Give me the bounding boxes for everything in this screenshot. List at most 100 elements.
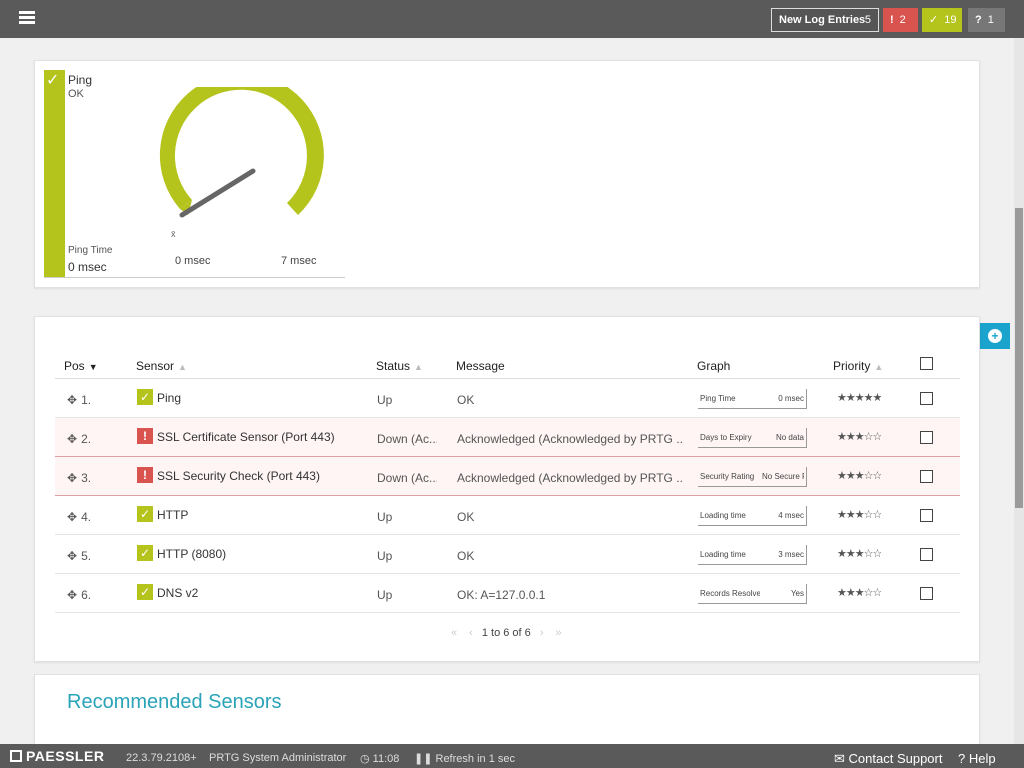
table-row[interactable]: ✥ 6. ✓ DNS v2 Up OK: A=127.0.0.1 Records Resol… bbox=[55, 574, 960, 613]
col-header-label: Pos bbox=[64, 359, 85, 373]
mini-graph[interactable]: Ping Time 0 msec bbox=[698, 389, 807, 409]
move-icon[interactable]: ✥ bbox=[67, 510, 77, 524]
select-all-checkbox[interactable] bbox=[920, 357, 933, 370]
check-icon: ✓ bbox=[137, 389, 153, 405]
row-position[interactable]: ✥ 4. bbox=[67, 510, 91, 524]
error-count: 2 bbox=[899, 14, 906, 26]
graph-label: Records Resolved bbox=[700, 589, 760, 598]
footer-bar: PAESSLER 22.3.79.2108+ PRTG System Admin… bbox=[0, 744, 1024, 768]
graph-value: 0 msec bbox=[778, 394, 804, 403]
sensor-name-link[interactable]: HTTP (8080) bbox=[157, 547, 377, 561]
brand-name: PAESSLER bbox=[26, 748, 105, 764]
prev-page-icon[interactable]: ‹ bbox=[469, 627, 473, 639]
plus-icon: + bbox=[988, 329, 1002, 343]
gauge-channel-value: 0 msec bbox=[68, 260, 107, 274]
sort-down-icon: ▼ bbox=[88, 362, 98, 372]
gauge-arc bbox=[159, 87, 324, 215]
status-bar: ✓ bbox=[44, 70, 65, 278]
col-header-label: Sensor bbox=[136, 359, 175, 373]
table-row[interactable]: ✥ 5. ✓ HTTP (8080) Up OK Loading time 3 msec ★★★… bbox=[55, 535, 960, 574]
mini-graph[interactable]: Loading time 3 msec bbox=[698, 545, 807, 565]
graph-label: Ping Time bbox=[700, 394, 736, 403]
priority-stars[interactable]: ★★★☆☆ bbox=[837, 469, 881, 482]
gauge-channel-label: Ping Time bbox=[68, 245, 113, 256]
graph-label: Loading time bbox=[700, 511, 746, 520]
first-page-icon[interactable]: « bbox=[451, 627, 457, 639]
col-header-priority[interactable]: Priority ▲ bbox=[833, 359, 883, 373]
col-header-pos[interactable]: Pos ▼ bbox=[64, 359, 98, 373]
priority-stars[interactable]: ★★★★★ bbox=[837, 391, 881, 404]
row-checkbox[interactable] bbox=[920, 509, 933, 522]
sort-icon: ▲ bbox=[874, 362, 884, 372]
row-position[interactable]: ✥ 6. bbox=[67, 588, 91, 602]
exclamation-icon: ! bbox=[890, 14, 894, 26]
mini-graph[interactable]: Days to Expiry No data bbox=[698, 428, 807, 448]
table-row[interactable]: ✥ 2.! SSL Certificate Sensor (Port 443) Dow… bbox=[55, 418, 960, 457]
move-icon[interactable]: ✥ bbox=[67, 432, 77, 446]
row-checkbox[interactable] bbox=[920, 392, 933, 405]
row-checkbox[interactable] bbox=[920, 548, 933, 561]
graph-value: 3 msec bbox=[778, 550, 804, 559]
col-header-status[interactable]: Status ▲ bbox=[376, 359, 423, 373]
mini-graph[interactable]: Records Resolved Yes bbox=[698, 584, 807, 604]
sensor-name-link[interactable]: DNS v2 bbox=[157, 586, 377, 600]
mini-graph[interactable]: Security Rating No Secure Prot bbox=[698, 467, 807, 487]
sensor-name-link[interactable]: SSL Certificate Sensor (Port 443) bbox=[157, 430, 377, 444]
gauge-sensor-name[interactable]: Ping bbox=[68, 73, 92, 87]
scrollbar-thumb[interactable] bbox=[1015, 208, 1023, 508]
version: 22.3.79.2108+ bbox=[126, 752, 197, 764]
table-row[interactable]: ✥ 1. ✓ Ping Up OK Ping Time 0 msec ★★★★★ bbox=[55, 379, 960, 418]
priority-stars[interactable]: ★★★☆☆ bbox=[837, 586, 881, 599]
exclamation-icon: ! bbox=[137, 467, 153, 483]
graph-value: No Secure Prot bbox=[762, 472, 804, 481]
menu-icon[interactable] bbox=[19, 11, 35, 24]
sensor-message: OK: A=127.0.0.1 bbox=[457, 588, 546, 602]
priority-stars[interactable]: ★★★☆☆ bbox=[837, 430, 881, 443]
error-count-badge[interactable]: ! 2 bbox=[883, 8, 918, 32]
recommended-title: Recommended Sensors bbox=[67, 691, 282, 713]
row-position[interactable]: ✥ 3. bbox=[67, 471, 91, 485]
scrollbar[interactable] bbox=[1014, 38, 1024, 744]
row-position[interactable]: ✥ 1. bbox=[67, 393, 91, 407]
help-label: Help bbox=[968, 751, 996, 766]
sensor-name-link[interactable]: HTTP bbox=[157, 508, 377, 522]
row-checkbox[interactable] bbox=[920, 431, 933, 444]
sensor-name-link[interactable]: SSL Security Check (Port 443) bbox=[157, 469, 377, 483]
row-position-number: 2. bbox=[81, 432, 92, 446]
next-page-icon[interactable]: › bbox=[540, 627, 544, 639]
priority-stars[interactable]: ★★★☆☆ bbox=[837, 508, 881, 521]
row-checkbox[interactable] bbox=[920, 587, 933, 600]
add-sensor-button[interactable]: + bbox=[980, 323, 1010, 349]
top-bar: New Log Entries 5 ! 2 ✓ 19 ? 1 bbox=[0, 0, 1024, 38]
ok-count-badge[interactable]: ✓ 19 bbox=[922, 8, 962, 32]
priority-stars[interactable]: ★★★☆☆ bbox=[837, 547, 881, 560]
move-icon[interactable]: ✥ bbox=[67, 588, 77, 602]
help-link[interactable]: ? Help bbox=[958, 751, 996, 766]
table-row[interactable]: ✥ 3.! SSL Security Check (Port 443) Down (A… bbox=[55, 457, 960, 496]
new-log-count: 5 bbox=[864, 14, 871, 26]
table-row[interactable]: ✥ 4. ✓ HTTP Up OK Loading time 4 msec ★★★☆☆ bbox=[55, 496, 960, 535]
user-name[interactable]: PRTG System Administrator bbox=[209, 752, 346, 764]
divider bbox=[44, 277, 345, 278]
last-page-icon[interactable]: » bbox=[556, 627, 562, 639]
move-icon[interactable]: ✥ bbox=[67, 471, 77, 485]
new-log-entries-button[interactable]: New Log Entries 5 bbox=[771, 8, 879, 32]
move-icon[interactable]: ✥ bbox=[67, 393, 77, 407]
check-icon: ✓ bbox=[46, 72, 60, 89]
row-position[interactable]: ✥ 5. bbox=[67, 549, 91, 563]
sensor-message: Acknowledged (Acknowledged by PRTG ... bbox=[457, 471, 682, 485]
row-position[interactable]: ✥ 2. bbox=[67, 432, 91, 446]
contact-support-link[interactable]: ✉ Contact Support bbox=[834, 751, 942, 767]
col-header-sensor[interactable]: Sensor ▲ bbox=[136, 359, 187, 373]
refresh-status[interactable]: ❚❚ Refresh in 1 sec bbox=[414, 752, 515, 765]
sensor-name-link[interactable]: Ping bbox=[157, 391, 377, 405]
row-position-number: 6. bbox=[81, 588, 92, 602]
gauge-panel: ✓ Ping OK x̄ Ping Time 0 msec 0 msec 7 m… bbox=[34, 60, 980, 288]
unknown-count-badge[interactable]: ? 1 bbox=[968, 8, 1005, 32]
sensor-status: Up bbox=[377, 549, 393, 563]
row-checkbox[interactable] bbox=[920, 470, 933, 483]
exclamation-icon: ! bbox=[137, 428, 153, 444]
mini-graph[interactable]: Loading time 4 msec bbox=[698, 506, 807, 526]
paessler-logo[interactable]: PAESSLER bbox=[10, 748, 104, 764]
move-icon[interactable]: ✥ bbox=[67, 549, 77, 563]
